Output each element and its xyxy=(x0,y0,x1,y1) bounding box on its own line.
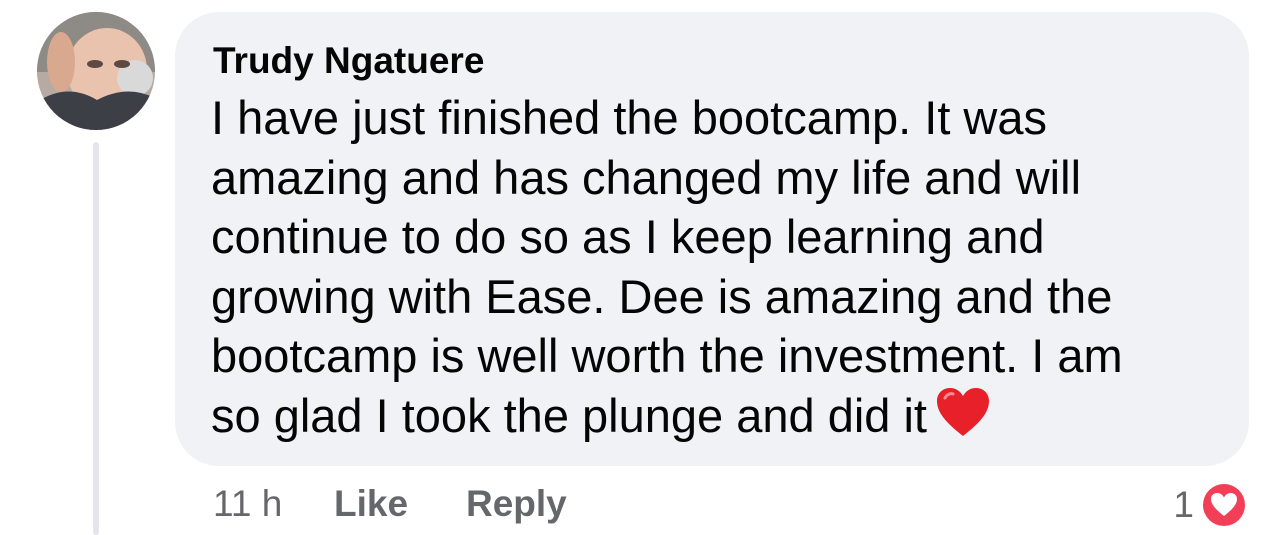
like-button[interactable]: Like xyxy=(334,483,408,525)
comment-text-line: so glad I took the plunge and did it xyxy=(211,388,927,442)
comment-text-last-line: so glad I took the plunge and did it xyxy=(211,386,1236,452)
reply-button[interactable]: Reply xyxy=(466,483,567,525)
comment-text-line: continue to do so as I keep learning and xyxy=(211,210,1045,263)
comment-text-line: growing with Ease. Dee is amazing and th… xyxy=(211,269,1113,323)
author-name[interactable]: Trudy Ngatuere xyxy=(213,40,484,82)
timestamp[interactable]: 11 h xyxy=(213,483,282,525)
comment: Trudy Ngatuere I have just finished the … xyxy=(0,0,1284,535)
comment-text: I have just finished the bootcamp. It wa… xyxy=(211,88,1236,451)
thread-line xyxy=(93,142,99,535)
comment-text-line: I have just finished the bootcamp. It wa… xyxy=(211,91,1048,144)
avatar[interactable] xyxy=(37,12,155,130)
comment-text-line: amazing and has changed my life and will xyxy=(211,150,1082,204)
reaction-count: 1 xyxy=(1173,484,1194,525)
comment-text-line: bootcamp is well worth the investment. I… xyxy=(211,329,1123,382)
reaction-summary[interactable]: 1 xyxy=(1173,479,1248,531)
love-reaction-icon xyxy=(1200,481,1248,529)
avatar-photo xyxy=(37,12,155,130)
red-heart-icon xyxy=(935,386,991,452)
